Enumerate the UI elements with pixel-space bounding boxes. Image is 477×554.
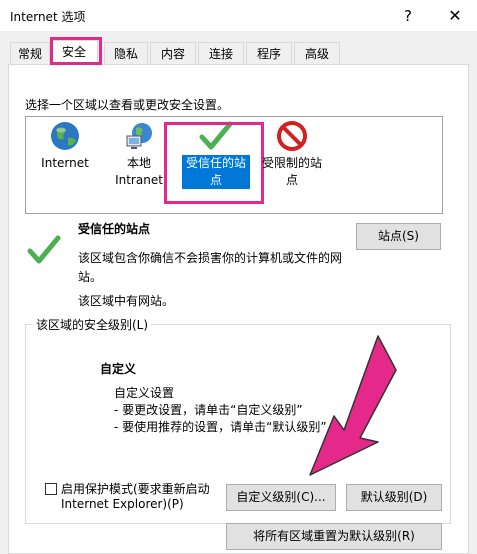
- zone-description-2: 站。: [78, 270, 103, 284]
- zone-highlight-box: [164, 122, 264, 204]
- intranet-icon: [126, 123, 152, 149]
- zone-label-2: 点: [285, 173, 298, 187]
- tab-advanced[interactable]: 高级: [294, 42, 340, 64]
- level-desc-title: 自定义设置: [114, 386, 175, 400]
- restricted-icon: [277, 121, 307, 151]
- custom-level-button[interactable]: 自定义级别(C)...: [226, 484, 336, 511]
- tab-connections[interactable]: 连接: [198, 42, 244, 64]
- tab-privacy[interactable]: 隐私: [104, 42, 148, 64]
- zone-name: 受信任的站点: [78, 222, 151, 236]
- help-button[interactable]: ?: [395, 4, 421, 28]
- window-title: Internet 选项: [10, 10, 86, 24]
- zone-restricted-sites[interactable]: 受限制的站 点: [256, 120, 328, 189]
- tab-content[interactable]: 内容: [150, 42, 196, 64]
- close-button[interactable]: ✕: [440, 4, 470, 28]
- zone-label-2: Intranet: [115, 173, 163, 187]
- tab-programs[interactable]: 程序: [246, 42, 292, 64]
- zone-description: 该区域包含你确信不会损害你的计算机或文件的网: [78, 251, 343, 265]
- level-bullet-2: - 要使用推荐的设置，请单击“默认级别”: [114, 420, 327, 434]
- sites-button[interactable]: 站点(S): [356, 223, 441, 250]
- zone-label: 本地: [126, 156, 151, 170]
- tab-general[interactable]: 常规: [10, 42, 50, 64]
- globe-icon: [51, 122, 79, 150]
- zone-status: 该区域中有网站。: [78, 294, 175, 308]
- zone-instruction: 选择一个区域以查看或更改安全设置。: [25, 98, 230, 112]
- trusted-checkmark-icon: [27, 235, 61, 264]
- zone-internet[interactable]: Internet: [34, 120, 96, 172]
- level-bullet-1: - 要更改设置，请单击“自定义级别”: [114, 403, 303, 417]
- protected-mode-checkbox[interactable]: [45, 483, 57, 495]
- reset-all-zones-button[interactable]: 将所有区域重置为默认级别(R): [226, 523, 442, 550]
- tab-highlight-box: [50, 37, 102, 65]
- zone-label: Internet: [41, 156, 89, 170]
- zone-local-intranet[interactable]: 本地 Intranet: [108, 120, 170, 189]
- protected-mode-label-2: Internet Explorer)(P): [61, 497, 184, 511]
- annotation-arrow: [309, 335, 397, 476]
- zone-label: 受限制的站: [261, 156, 322, 170]
- level-name: 自定义: [100, 362, 137, 376]
- protected-mode-label: 启用保护模式(要求重新启动: [61, 482, 210, 496]
- security-level-title: 该区域的安全级别(L): [33, 316, 152, 333]
- default-level-button[interactable]: 默认级别(D): [346, 484, 442, 511]
